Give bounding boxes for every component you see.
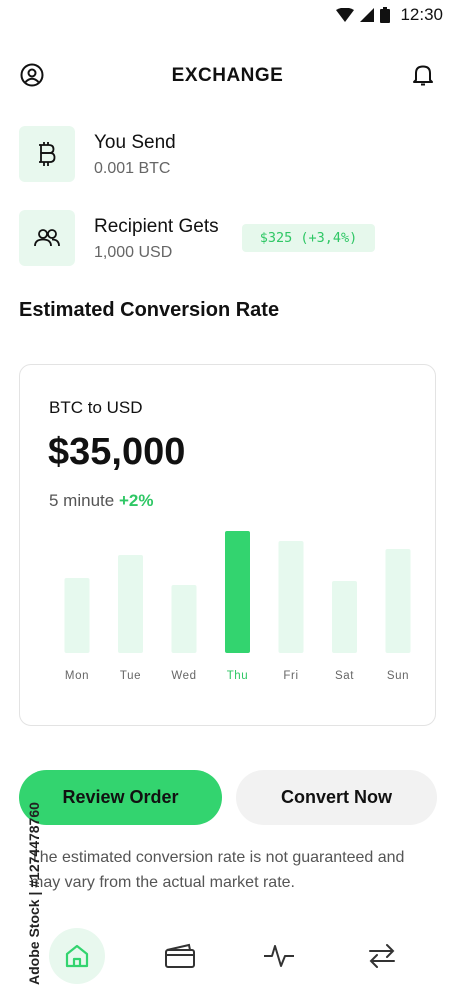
bar-sun[interactable] [385,549,411,653]
battery-icon [380,7,391,23]
rate-card: BTC to USD $35,000 5 minute +2% Mon Tue We… [19,364,436,726]
nav-activity[interactable] [251,928,307,984]
bell-icon[interactable] [411,63,435,87]
status-bar: 12:30 [0,0,455,30]
wallet-icon [165,943,195,968]
tick-label-sat: Sat [335,670,354,682]
nav-home[interactable] [49,928,105,984]
page-title: EXCHANGE [171,65,284,86]
bottom-nav [0,920,455,990]
app-header: EXCHANGE [0,55,455,95]
currency-pair: BTC to USD [49,398,143,417]
bar-sat[interactable] [332,581,357,653]
send-amount: 0.001 BTC [94,160,171,177]
home-icon [65,944,89,968]
section-title: Estimated Conversion Rate [19,299,280,321]
swap-icon [369,944,395,968]
receive-title: Recipient Gets [94,216,219,237]
tick-label-thu: Thu [227,670,249,682]
status-time: 12:30 [400,5,443,24]
receive-icon-box [19,210,75,266]
bitcoin-icon [39,142,56,166]
wifi-icon [336,8,355,22]
action-buttons: Review Order Convert Now [19,770,437,825]
conversion-rate: $35,000 [48,431,186,473]
send-icon-box [19,126,75,182]
tick-label-sun: Sun [387,670,409,682]
nav-wallet[interactable] [152,928,208,984]
gain-badge: $325 (+3,4%) [242,224,375,252]
activity-icon [264,945,294,967]
tick-label-tue: Tue [120,670,141,682]
signal-icon [360,8,375,22]
receive-amount: 1,000 USD [94,244,173,261]
bar-fri[interactable] [278,541,304,653]
bar-mon[interactable] [64,578,90,653]
send-title: You Send [94,132,176,153]
send-row[interactable]: You Send 0.001 BTC [19,126,439,184]
review-order-button[interactable]: Review Order [19,770,222,825]
bar-thu[interactable] [225,531,250,653]
tick-label-mon: Mon [65,670,89,682]
rate-change: +2% [118,491,154,510]
users-icon [34,229,60,247]
receive-row[interactable]: Recipient Gets 1,000 USD $325 (+3,4%) [19,210,439,268]
bar-wed[interactable] [171,585,197,653]
weekly-rate-chart: Mon Tue Wed Thu Fri Sat Sun [64,531,411,682]
tick-label-wed: Wed [171,670,196,682]
tick-label-fri: Fri [283,670,298,682]
nav-swap[interactable] [354,928,410,984]
disclaimer-text: The estimated conversion rate is not gua… [30,849,405,891]
period-label: 5 minute [49,491,115,510]
rate-period: 5 minute +2% [49,491,153,511]
convert-now-button[interactable]: Convert Now [236,770,437,825]
bar-tue[interactable] [118,555,143,653]
